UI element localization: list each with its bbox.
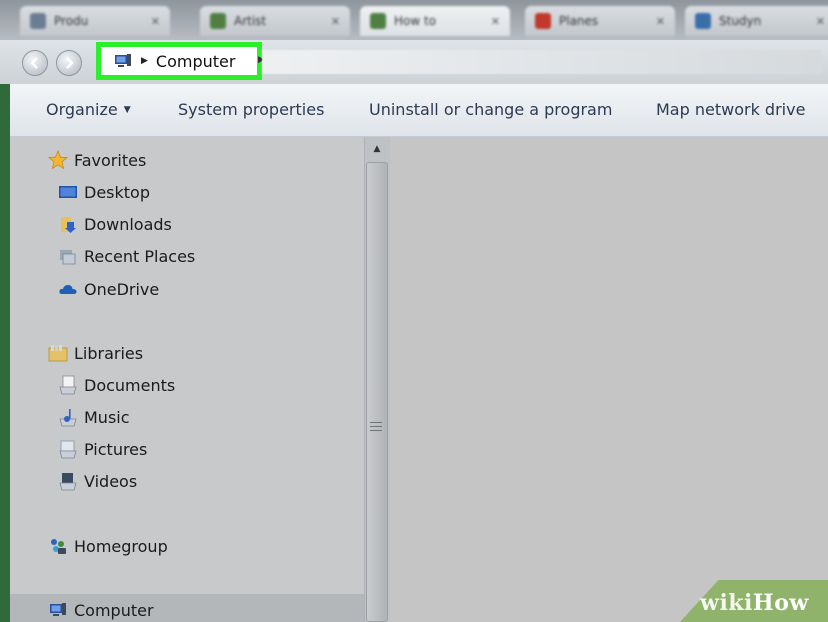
nav-label: Libraries [74,343,144,363]
nav-label: Favorites [74,150,147,170]
nav-label: Pictures [84,439,148,459]
organize-button[interactable]: Organize ▼ [46,100,131,119]
nav-item-documents[interactable]: Documents [58,375,175,395]
browser-tab[interactable]: Produ ✕ [20,6,170,36]
forward-arrow-icon [66,57,74,69]
nav-label: Desktop [84,182,150,202]
watermark-part2: How [752,590,809,616]
uninstall-program-button[interactable]: Uninstall or change a program [369,100,612,119]
browser-tab[interactable]: Studyn ✕ [685,6,828,36]
window-left-edge [0,40,10,622]
music-icon [59,409,77,427]
pictures-icon [59,440,77,459]
scroll-up-arrow-icon[interactable]: ▲ [368,140,386,158]
recent-places-icon [60,250,76,265]
tab-favicon-icon [30,13,46,29]
back-button[interactable] [22,50,48,76]
nav-label: Computer [74,600,154,620]
address-bar-field[interactable] [262,50,822,74]
star-icon [48,150,68,170]
chevron-down-icon: ▼ [123,105,131,115]
nav-item-recent-places[interactable]: Recent Places [58,246,195,266]
nav-label: Music [84,407,130,427]
homegroup-icon [51,539,66,554]
tab-label: Produ [54,14,89,28]
nav-favorites[interactable]: Favorites [48,150,146,170]
browser-tab-active[interactable]: How to ✕ [360,6,510,36]
close-tab-icon[interactable]: ✕ [151,15,160,28]
close-tab-icon[interactable]: ✕ [816,15,825,28]
tab-label: Planes [559,14,599,28]
nav-item-downloads[interactable]: Downloads [58,214,172,234]
nav-item-videos[interactable]: Videos [58,471,137,491]
scrollbar-grip-icon [370,422,382,434]
computer-icon [50,603,66,616]
nav-label: Downloads [84,214,172,234]
breadcrumb-computer[interactable]: Computer [156,52,236,71]
nav-item-music[interactable]: Music [58,407,130,427]
tab-favicon-icon [370,13,386,29]
nav-label: Recent Places [84,246,196,266]
content-pane[interactable] [390,137,828,622]
nav-libraries[interactable]: Libraries [48,343,143,363]
browser-tab[interactable]: Artist ✕ [200,6,350,36]
browser-tab-strip: Produ ✕ Artist ✕ How to ✕ Planes ✕ Study… [0,0,828,40]
nav-item-onedrive[interactable]: OneDrive [58,279,159,299]
forward-button[interactable] [56,50,82,76]
watermark-part1: wiki [700,590,753,616]
libraries-icon [48,345,68,362]
nav-homegroup[interactable]: Homegroup [48,536,168,556]
downloads-folder-icon [61,217,76,233]
breadcrumb-chevron-icon[interactable]: ▶ [141,56,148,66]
close-tab-icon[interactable]: ✕ [331,15,340,28]
organize-label: Organize [46,100,118,119]
close-tab-icon[interactable]: ✕ [491,15,500,28]
tab-label: How to [394,14,437,28]
nav-computer[interactable]: Computer [48,600,154,620]
tab-favicon-icon [535,13,551,29]
tab-label: Artist [234,14,267,28]
browser-tab[interactable]: Planes ✕ [525,6,675,36]
wikihow-watermark: wikiHow [700,590,809,616]
nav-item-pictures[interactable]: Pictures [58,439,147,459]
nav-label: Homegroup [74,536,168,556]
tab-favicon-icon [210,13,226,29]
nav-scrollbar-thumb[interactable] [366,162,388,622]
tab-label: Studyn [719,14,762,28]
documents-icon [59,375,77,395]
videos-icon [59,473,77,491]
computer-icon [115,54,131,67]
close-tab-icon[interactable]: ✕ [656,15,665,28]
system-properties-button[interactable]: System properties [178,100,324,119]
map-network-drive-button[interactable]: Map network drive [656,100,805,119]
nav-label: Documents [84,375,176,395]
back-arrow-icon [30,57,38,69]
nav-label: Videos [84,471,138,491]
address-bar-breadcrumb[interactable]: ▶ Computer [96,42,262,80]
cloud-icon [59,285,77,294]
nav-label: OneDrive [84,279,160,299]
nav-item-desktop[interactable]: Desktop [58,182,150,202]
desktop-icon [59,186,77,198]
tab-favicon-icon [695,13,711,29]
